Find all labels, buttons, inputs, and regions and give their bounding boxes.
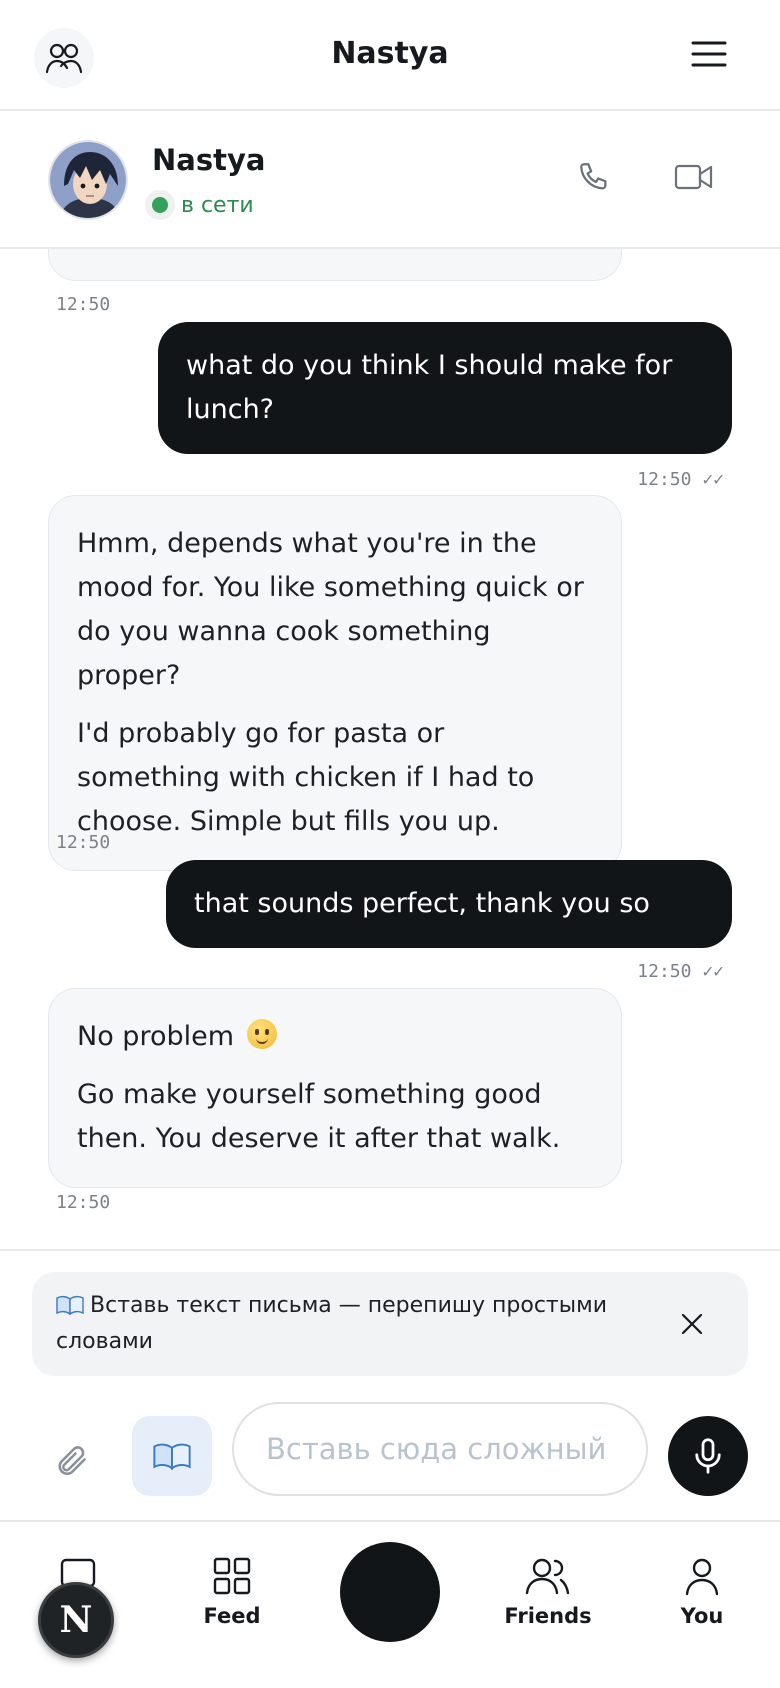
nav-feed-label: Feed (203, 1604, 261, 1628)
bottom-navigation: Chat Feed Friends You N (0, 1520, 780, 1688)
nav-you[interactable]: You (642, 1556, 762, 1628)
suggestion-text: Вставь текст письма — перепишу простыми … (56, 1293, 607, 1354)
voice-call-button[interactable] (566, 149, 622, 205)
message-text: Go make yourself something good then. Yo… (77, 1079, 561, 1154)
message-input[interactable] (232, 1402, 648, 1496)
video-camera-icon (674, 164, 713, 190)
message-timestamp: 12:50 (56, 832, 111, 853)
nav-you-label: You (680, 1604, 724, 1628)
outgoing-message-bubble: what do you think I should make for lunc… (158, 322, 732, 454)
close-icon (681, 1313, 703, 1335)
incoming-message-bubble: Hmm, depends what you're in the mood for… (48, 495, 622, 871)
nav-center-action-button[interactable] (340, 1542, 440, 1642)
message-timestamp: 12:50 ✓✓ (637, 961, 724, 982)
message-timestamp: 12:50 ✓✓ (637, 469, 724, 490)
close-suggestion-button[interactable] (672, 1304, 712, 1344)
online-indicator (145, 190, 175, 220)
nav-friends-label: Friends (504, 1604, 592, 1628)
read-receipt-icon: ✓✓ (702, 961, 724, 982)
message-list[interactable]: 12:50 what do you think I should make fo… (0, 249, 780, 1249)
app-title: Nastya (331, 36, 449, 71)
paperclip-icon (58, 1446, 86, 1476)
read-receipt-icon: ✓✓ (702, 469, 724, 490)
menu-button[interactable] (686, 34, 732, 74)
simplify-text-button[interactable] (132, 1416, 212, 1496)
contact-name: Nastya (152, 143, 266, 177)
message-text: No problem (77, 1015, 593, 1059)
online-status: в сети (145, 186, 254, 224)
online-status-text: в сети (181, 192, 254, 218)
user-icon (685, 1558, 719, 1596)
microphone-icon (695, 1438, 721, 1474)
message-timestamp: 12:50 (56, 294, 111, 315)
incoming-message-bubble: No problem Go make yourself something go… (48, 988, 622, 1188)
nav-friends[interactable]: Friends (488, 1556, 608, 1628)
grid-icon (213, 1557, 251, 1595)
outgoing-message-bubble: that sounds perfect, thank you so much (166, 860, 732, 1007)
phone-icon (580, 163, 607, 190)
smiling-face-emoji-icon (246, 1019, 277, 1049)
open-book-icon (56, 1295, 84, 1316)
open-book-icon (153, 1443, 191, 1470)
message-timestamp: 12:50 (56, 1192, 111, 1213)
chat-header: Nastya в сети (0, 111, 780, 249)
attach-button[interactable] (46, 1436, 96, 1486)
friends-icon (525, 1558, 570, 1595)
nav-feed[interactable]: Feed (172, 1556, 292, 1628)
app-logo-badge[interactable]: N (38, 1582, 114, 1658)
message-text: Hmm, depends what you're in the mood for… (77, 528, 584, 691)
app-top-bar: Nastya (0, 0, 780, 111)
video-call-button[interactable] (666, 149, 722, 205)
message-text: I'd probably go for pasta or something w… (77, 718, 535, 837)
message-composer (0, 1396, 780, 1522)
suggestion-banner[interactable]: Вставь текст письма — перепишу простыми … (32, 1272, 748, 1376)
hamburger-icon (691, 41, 727, 67)
composer-divider (0, 1249, 780, 1251)
contact-avatar[interactable] (48, 140, 128, 220)
avatar-image (50, 142, 126, 218)
incoming-message-bubble (48, 249, 622, 281)
voice-message-button[interactable] (668, 1416, 748, 1496)
